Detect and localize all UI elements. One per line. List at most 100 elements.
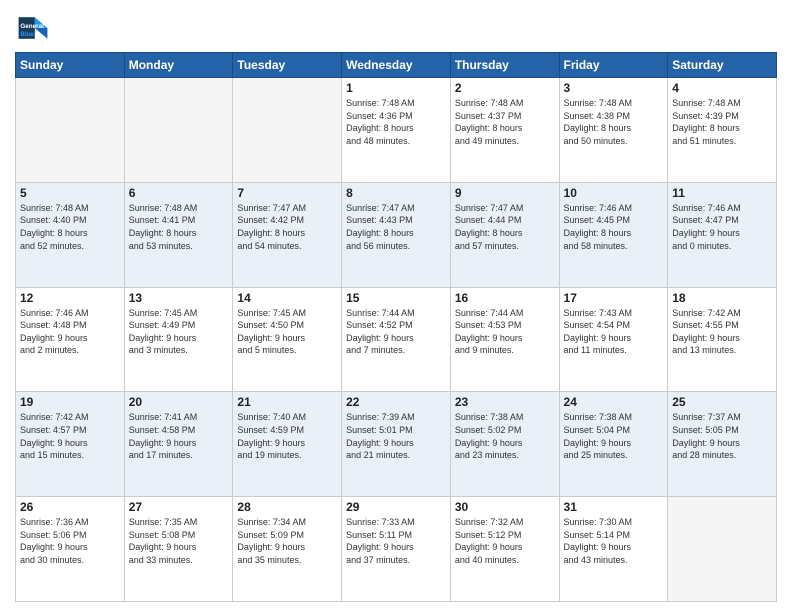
day-info: Sunrise: 7:48 AM Sunset: 4:37 PM Dayligh…	[455, 97, 555, 147]
week-row-3: 19 Sunrise: 7:42 AM Sunset: 4:57 PM Dayli…	[16, 392, 777, 497]
calendar-cell	[16, 78, 125, 183]
page: General Blue SundayMondayTuesdayWednesda…	[0, 0, 792, 612]
day-info: Sunrise: 7:48 AM Sunset: 4:39 PM Dayligh…	[672, 97, 772, 147]
calendar-cell: 20Sunrise: 7:41 AM Sunset: 4:58 PM Dayli…	[124, 392, 233, 497]
day-number: 28	[237, 500, 337, 514]
day-info: Sunrise: 7:46 AM Sunset: 4:45 PM Dayligh…	[564, 202, 664, 252]
weekday-header-saturday: Saturday	[668, 53, 777, 78]
calendar-cell: 18 Sunrise: 7:42 AM Sunset: 4:55 PM Dayli…	[668, 287, 777, 392]
calendar-cell: 24 Sunrise: 7:38 AM Sunset: 5:04 PM Dayli…	[559, 392, 668, 497]
day-number: 1	[346, 81, 446, 95]
calendar-cell: 6 Sunrise: 7:48 AM Sunset: 4:41 PM Daylig…	[124, 182, 233, 287]
day-info: Sunrise: 7:44 AM Sunset: 4:52 PM Dayligh…	[346, 307, 446, 357]
calendar-cell: 21Sunrise: 7:40 AM Sunset: 4:59 PM Dayli…	[233, 392, 342, 497]
day-info: Sunrise: 7:45 AM Sunset: 4:50 PM Dayligh…	[237, 307, 337, 357]
day-number: 6	[129, 186, 229, 200]
calendar-cell: 19 Sunrise: 7:42 AM Sunset: 4:57 PM Dayli…	[16, 392, 125, 497]
day-number: 11	[672, 186, 772, 200]
day-number: 5	[20, 186, 120, 200]
calendar-cell: 8 Sunrise: 7:47 AM Sunset: 4:43 PM Daylig…	[342, 182, 451, 287]
logo-icon: General Blue	[15, 10, 51, 46]
day-number: 22	[346, 395, 446, 409]
day-number: 26	[20, 500, 120, 514]
calendar-cell: 13Sunrise: 7:45 AM Sunset: 4:49 PM Dayli…	[124, 287, 233, 392]
calendar-cell: 17 Sunrise: 7:43 AM Sunset: 4:54 PM Dayli…	[559, 287, 668, 392]
svg-text:General: General	[20, 23, 44, 30]
day-info: Sunrise: 7:47 AM Sunset: 4:44 PM Dayligh…	[455, 202, 555, 252]
calendar-cell: 9 Sunrise: 7:47 AM Sunset: 4:44 PM Daylig…	[450, 182, 559, 287]
day-number: 16	[455, 291, 555, 305]
day-number: 27	[129, 500, 229, 514]
day-number: 19	[20, 395, 120, 409]
day-number: 8	[346, 186, 446, 200]
day-info: Sunrise: 7:46 AM Sunset: 4:47 PM Dayligh…	[672, 202, 772, 252]
day-number: 20	[129, 395, 229, 409]
day-number: 24	[564, 395, 664, 409]
calendar-cell: 4 Sunrise: 7:48 AM Sunset: 4:39 PM Daylig…	[668, 78, 777, 183]
day-number: 4	[672, 81, 772, 95]
calendar-cell: 25 Sunrise: 7:37 AM Sunset: 5:05 PM Dayli…	[668, 392, 777, 497]
day-info: Sunrise: 7:38 AM Sunset: 5:04 PM Dayligh…	[564, 411, 664, 461]
weekday-header-friday: Friday	[559, 53, 668, 78]
day-info: Sunrise: 7:48 AM Sunset: 4:40 PM Dayligh…	[20, 202, 120, 252]
calendar-cell: 31Sunrise: 7:30 AM Sunset: 5:14 PM Dayli…	[559, 497, 668, 602]
day-info: Sunrise: 7:33 AM Sunset: 5:11 PM Dayligh…	[346, 516, 446, 566]
weekday-header-row: SundayMondayTuesdayWednesdayThursdayFrid…	[16, 53, 777, 78]
calendar-cell: 15Sunrise: 7:44 AM Sunset: 4:52 PM Dayli…	[342, 287, 451, 392]
calendar-cell: 30 Sunrise: 7:32 AM Sunset: 5:12 PM Dayli…	[450, 497, 559, 602]
week-row-0: 1 Sunrise: 7:48 AM Sunset: 4:36 PM Daylig…	[16, 78, 777, 183]
header: General Blue	[15, 10, 777, 46]
calendar-cell: 22Sunrise: 7:39 AM Sunset: 5:01 PM Dayli…	[342, 392, 451, 497]
calendar-cell: 27 Sunrise: 7:35 AM Sunset: 5:08 PM Dayli…	[124, 497, 233, 602]
calendar-cell: 2 Sunrise: 7:48 AM Sunset: 4:37 PM Daylig…	[450, 78, 559, 183]
weekday-header-thursday: Thursday	[450, 53, 559, 78]
day-info: Sunrise: 7:38 AM Sunset: 5:02 PM Dayligh…	[455, 411, 555, 461]
logo: General Blue	[15, 10, 51, 46]
calendar-cell: 1 Sunrise: 7:48 AM Sunset: 4:36 PM Daylig…	[342, 78, 451, 183]
day-number: 10	[564, 186, 664, 200]
day-info: Sunrise: 7:46 AM Sunset: 4:48 PM Dayligh…	[20, 307, 120, 357]
day-number: 17	[564, 291, 664, 305]
day-info: Sunrise: 7:47 AM Sunset: 4:43 PM Dayligh…	[346, 202, 446, 252]
svg-text:Blue: Blue	[20, 31, 34, 38]
day-number: 14	[237, 291, 337, 305]
calendar-cell	[668, 497, 777, 602]
weekday-header-monday: Monday	[124, 53, 233, 78]
day-info: Sunrise: 7:48 AM Sunset: 4:36 PM Dayligh…	[346, 97, 446, 147]
calendar-cell: 28 Sunrise: 7:34 AM Sunset: 5:09 PM Dayli…	[233, 497, 342, 602]
calendar-cell: 26Sunrise: 7:36 AM Sunset: 5:06 PM Dayli…	[16, 497, 125, 602]
calendar-cell: 29 Sunrise: 7:33 AM Sunset: 5:11 PM Dayli…	[342, 497, 451, 602]
day-info: Sunrise: 7:44 AM Sunset: 4:53 PM Dayligh…	[455, 307, 555, 357]
day-info: Sunrise: 7:35 AM Sunset: 5:08 PM Dayligh…	[129, 516, 229, 566]
week-row-1: 5 Sunrise: 7:48 AM Sunset: 4:40 PM Daylig…	[16, 182, 777, 287]
calendar-cell: 14 Sunrise: 7:45 AM Sunset: 4:50 PM Dayli…	[233, 287, 342, 392]
calendar-cell: 10 Sunrise: 7:46 AM Sunset: 4:45 PM Dayli…	[559, 182, 668, 287]
calendar-cell	[233, 78, 342, 183]
day-number: 25	[672, 395, 772, 409]
day-number: 18	[672, 291, 772, 305]
day-number: 13	[129, 291, 229, 305]
day-info: Sunrise: 7:47 AM Sunset: 4:42 PM Dayligh…	[237, 202, 337, 252]
calendar-cell: 3Sunrise: 7:48 AM Sunset: 4:38 PM Daylig…	[559, 78, 668, 183]
calendar-cell: 23Sunrise: 7:38 AM Sunset: 5:02 PM Dayli…	[450, 392, 559, 497]
day-number: 9	[455, 186, 555, 200]
day-info: Sunrise: 7:43 AM Sunset: 4:54 PM Dayligh…	[564, 307, 664, 357]
day-number: 2	[455, 81, 555, 95]
weekday-header-wednesday: Wednesday	[342, 53, 451, 78]
day-info: Sunrise: 7:42 AM Sunset: 4:57 PM Dayligh…	[20, 411, 120, 461]
calendar-cell: 7 Sunrise: 7:47 AM Sunset: 4:42 PM Daylig…	[233, 182, 342, 287]
day-info: Sunrise: 7:42 AM Sunset: 4:55 PM Dayligh…	[672, 307, 772, 357]
day-number: 31	[564, 500, 664, 514]
day-number: 30	[455, 500, 555, 514]
day-info: Sunrise: 7:48 AM Sunset: 4:41 PM Dayligh…	[129, 202, 229, 252]
calendar-table: SundayMondayTuesdayWednesdayThursdayFrid…	[15, 52, 777, 602]
calendar-cell: 16 Sunrise: 7:44 AM Sunset: 4:53 PM Dayli…	[450, 287, 559, 392]
day-info: Sunrise: 7:34 AM Sunset: 5:09 PM Dayligh…	[237, 516, 337, 566]
day-info: Sunrise: 7:40 AM Sunset: 4:59 PM Dayligh…	[237, 411, 337, 461]
day-number: 29	[346, 500, 446, 514]
day-info: Sunrise: 7:37 AM Sunset: 5:05 PM Dayligh…	[672, 411, 772, 461]
day-number: 7	[237, 186, 337, 200]
calendar-cell	[124, 78, 233, 183]
day-info: Sunrise: 7:32 AM Sunset: 5:12 PM Dayligh…	[455, 516, 555, 566]
day-number: 12	[20, 291, 120, 305]
